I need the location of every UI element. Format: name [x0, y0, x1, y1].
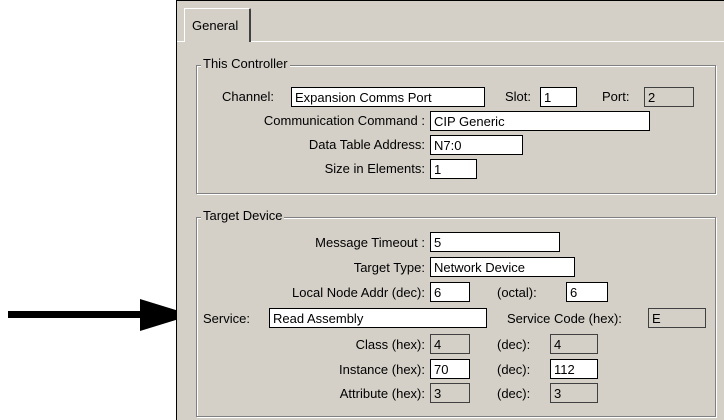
local-node-label: Local Node Addr (dec): [292, 285, 425, 300]
instance-label: Instance (hex): [339, 362, 425, 377]
slot-label: Slot: [505, 89, 532, 104]
class-hex-field: 4 [430, 334, 470, 354]
data-table-field[interactable]: N7:0 [430, 135, 523, 155]
port-label: Port: [602, 89, 630, 104]
slot-field[interactable]: 1 [540, 87, 577, 107]
attribute-dec-label: (dec): [497, 386, 531, 401]
instance-dec-label: (dec): [497, 362, 531, 377]
size-field[interactable]: 1 [430, 159, 477, 179]
class-label: Class (hex): [355, 337, 425, 352]
instance-hex-field[interactable]: 70 [430, 359, 470, 379]
target-device-title: Target Device [201, 208, 285, 223]
this-controller-title: This Controller [201, 56, 290, 71]
channel-field[interactable]: Expansion Comms Port [291, 87, 485, 107]
service-code-field: E [648, 308, 706, 328]
instance-dec-field[interactable]: 112 [550, 359, 598, 379]
tab-strip-divider [177, 41, 724, 42]
comm-command-label: Communication Command : [263, 113, 425, 128]
service-label: Service: [203, 311, 250, 326]
octal-label: (octal): [497, 285, 537, 300]
data-table-label: Data Table Address: [308, 137, 425, 152]
timeout-field[interactable]: 5 [430, 232, 560, 252]
port-field: 2 [644, 87, 694, 107]
class-dec-field: 4 [550, 334, 598, 354]
target-type-field[interactable]: Network Device [430, 257, 575, 277]
attribute-hex-field: 3 [430, 383, 470, 403]
local-node-field[interactable]: 6 [430, 282, 470, 302]
comm-command-field[interactable]: CIP Generic [430, 111, 650, 131]
message-properties-panel: General This Controller Channel: Expansi… [176, 0, 724, 420]
service-select[interactable]: Read Assembly [269, 308, 487, 328]
size-label: Size in Elements: [324, 161, 425, 176]
tab-general-label: General [192, 18, 239, 33]
tab-general[interactable]: General [184, 8, 251, 42]
attribute-label: Attribute (hex): [339, 386, 425, 401]
target-type-label: Target Type: [353, 260, 425, 275]
class-dec-label: (dec): [497, 337, 531, 352]
attribute-dec-field: 3 [550, 383, 598, 403]
octal-field[interactable]: 6 [566, 282, 608, 302]
channel-label: Channel: [222, 89, 275, 104]
service-code-label: Service Code (hex): [507, 311, 622, 326]
timeout-label: Message Timeout : [315, 235, 425, 250]
right-arrow-icon [8, 299, 192, 331]
